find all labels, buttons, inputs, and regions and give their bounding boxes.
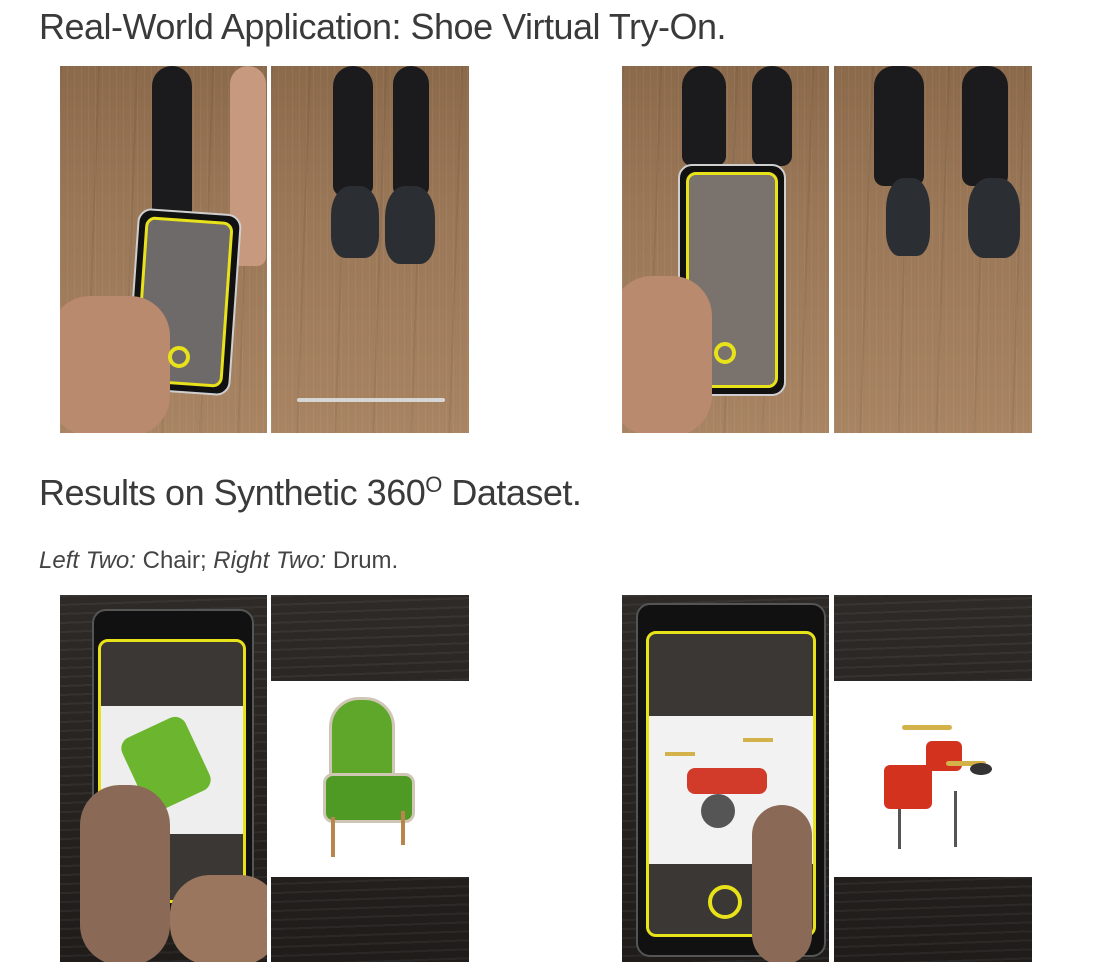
caption: Left Two: Chair; Right Two: Drum. — [39, 547, 399, 574]
capture-button-icon — [708, 885, 742, 919]
capture-button-icon — [168, 346, 190, 368]
drum-phone-view — [622, 595, 829, 962]
chair-phone-view — [60, 595, 267, 962]
drum-result — [834, 595, 1032, 962]
capture-button-icon — [714, 342, 736, 364]
shoe-result-1 — [271, 66, 469, 433]
shoe-result-2 — [834, 66, 1032, 433]
shoe-phone-view-2 — [622, 66, 829, 433]
section-title-synthetic: Results on Synthetic 360O Dataset. — [39, 472, 582, 513]
shoe-phone-view-1 — [60, 66, 267, 433]
section-title-shoe: Real-World Application: Shoe Virtual Try… — [39, 6, 727, 47]
chair-result — [271, 595, 469, 962]
